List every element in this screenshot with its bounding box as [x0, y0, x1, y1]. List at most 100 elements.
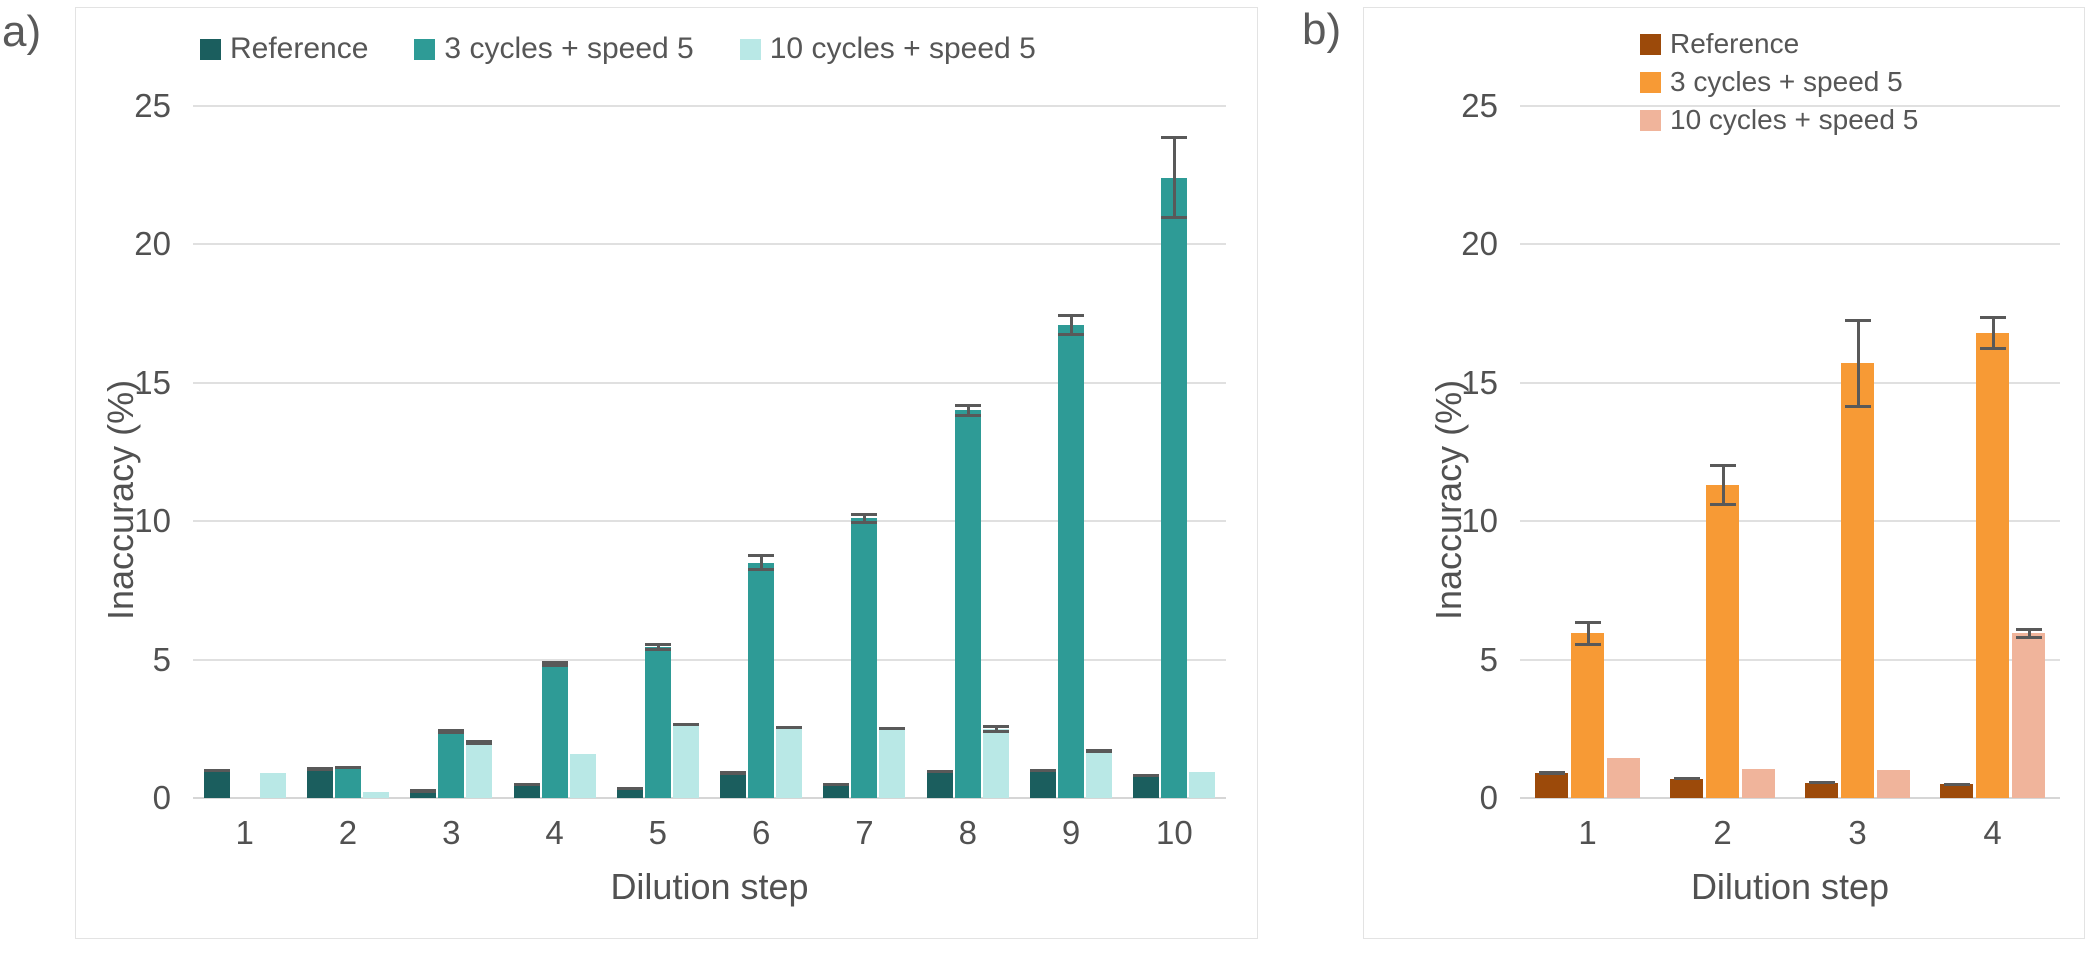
legend-label: Reference: [1670, 28, 1800, 59]
bar-group: [513, 106, 596, 798]
error-bar-cap-bottom: [306, 767, 333, 771]
error-bar-cap-bottom: [1943, 782, 1970, 786]
bar[interactable]: [1670, 778, 1703, 798]
bar[interactable]: [1535, 773, 1568, 798]
bar[interactable]: [1607, 757, 1640, 798]
error-bar-cap-bottom: [466, 742, 493, 746]
bar-group: [823, 106, 906, 798]
bar-group: [203, 106, 286, 798]
error-bar-cap-top: [1058, 313, 1085, 317]
error-bar-cap-bottom: [334, 765, 361, 769]
error-bar-cap-top: [851, 512, 878, 516]
bar-group: [1535, 106, 1640, 798]
bar[interactable]: [362, 792, 389, 798]
bar[interactable]: [1841, 363, 1874, 798]
panel-a-tag: a): [2, 7, 42, 56]
bar[interactable]: [1086, 750, 1113, 798]
y-axis-tick-label: 25: [1461, 87, 1498, 124]
bar[interactable]: [1742, 768, 1775, 798]
error-bar-cap-bottom: [541, 663, 568, 667]
bar[interactable]: [1058, 324, 1085, 798]
x-axis-tick-label: 7: [855, 814, 874, 851]
x-axis-tick-label: 4: [1983, 814, 2002, 851]
y-axis-title-b: Inaccuracy (%): [1428, 379, 1469, 620]
bar[interactable]: [2012, 633, 2045, 798]
bar[interactable]: [1805, 782, 1838, 798]
legend-item[interactable]: 3 cycles + speed 5: [414, 32, 694, 66]
legend-swatch-icon: [739, 38, 761, 60]
legend-panel-a: Reference 3 cycles + speed 5 10 cycles + s…: [200, 32, 1036, 66]
legend-swatch-icon: [200, 38, 221, 60]
error-bar-cap-bottom: [776, 725, 803, 729]
bar[interactable]: [879, 728, 906, 798]
bar[interactable]: [1940, 784, 1973, 798]
y-axis-tick-label: 25: [134, 87, 171, 124]
bar[interactable]: [438, 731, 465, 798]
x-axis-tick-label: 2: [1713, 814, 1732, 851]
bar-group: [1133, 106, 1216, 798]
y-axis-tick-label: 15: [134, 363, 171, 401]
error-bar-cap-top: [2015, 627, 2042, 631]
bar[interactable]: [569, 753, 596, 798]
bar[interactable]: [851, 518, 878, 798]
bar[interactable]: [1161, 177, 1188, 798]
error-bar-cap-bottom: [2015, 635, 2042, 639]
bar[interactable]: [259, 773, 286, 798]
legend-item[interactable]: Reference: [1640, 28, 1799, 60]
error-bar-cap-bottom: [851, 520, 878, 524]
y-axis-tick-label: 20: [1461, 225, 1498, 263]
bar[interactable]: [306, 768, 333, 798]
bar[interactable]: [541, 663, 568, 798]
error-bar-cap-bottom: [1979, 346, 2006, 350]
bar[interactable]: [513, 784, 540, 798]
bar[interactable]: [334, 767, 361, 798]
error-bar-cap-bottom: [982, 729, 1009, 733]
bar[interactable]: [954, 410, 981, 798]
bar[interactable]: [776, 727, 803, 798]
error-bar-cap-top: [1709, 464, 1736, 468]
error-bar-cap-bottom: [203, 768, 230, 772]
error-bar-cap-bottom: [1709, 502, 1736, 506]
bar[interactable]: [1976, 332, 2009, 798]
error-bar-cap-bottom: [672, 723, 699, 727]
bar[interactable]: [203, 770, 230, 798]
bar[interactable]: [748, 562, 775, 798]
bar[interactable]: [1030, 770, 1057, 798]
y-axis-tick-label: 0: [152, 779, 171, 816]
bar-group: [410, 106, 493, 798]
bar[interactable]: [672, 724, 699, 798]
x-axis-tick-label: 3: [1848, 814, 1867, 851]
bar[interactable]: [466, 742, 493, 798]
bar[interactable]: [982, 728, 1009, 798]
error-bar-cap-bottom: [1161, 216, 1188, 220]
bar[interactable]: [1189, 771, 1216, 798]
bar-group: [1940, 106, 2045, 798]
x-axis-tick-label: 1: [1578, 814, 1597, 851]
error-bar-cap-top: [1979, 316, 2006, 320]
bar-group: [720, 106, 803, 798]
error-bar-stem: [1173, 136, 1177, 220]
legend-label: Reference: [230, 32, 369, 65]
legend-item[interactable]: 10 cycles + speed 5: [739, 32, 1036, 66]
error-bar-cap-top: [954, 403, 981, 407]
panel-b-tag: b): [1302, 5, 1342, 54]
bar[interactable]: [644, 647, 671, 798]
bar[interactable]: [720, 773, 747, 798]
bar[interactable]: [1877, 770, 1910, 798]
bar[interactable]: [1706, 485, 1739, 798]
error-bar-cap-bottom: [1058, 332, 1085, 336]
legend-item[interactable]: Reference: [200, 32, 368, 66]
bar[interactable]: [926, 771, 953, 798]
x-axis-title-a: Dilution step: [610, 866, 809, 907]
figure-root: a) b) Reference 3 cycles + speed 5 10 cycl…: [0, 0, 2089, 956]
error-bar-cap-bottom: [823, 782, 850, 786]
bar-group: [1670, 106, 1775, 798]
bar[interactable]: [1133, 775, 1160, 798]
legend-label: 3 cycles + speed 5: [1670, 66, 1903, 97]
error-bar-cap-bottom: [1673, 777, 1700, 780]
legend-item[interactable]: 3 cycles + speed 5: [1640, 66, 1903, 98]
y-axis-tick-label: 5: [1479, 640, 1498, 678]
error-bar-cap-bottom: [1574, 642, 1601, 646]
bar[interactable]: [1571, 633, 1604, 798]
bar[interactable]: [823, 784, 850, 798]
